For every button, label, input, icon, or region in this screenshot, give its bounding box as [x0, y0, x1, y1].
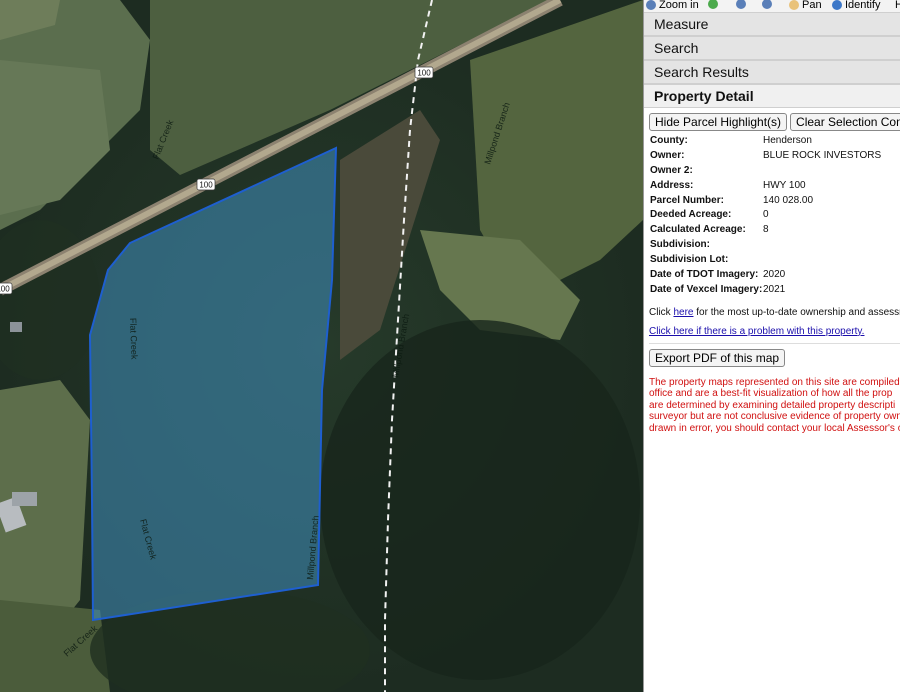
road-shield: 100: [414, 66, 434, 79]
detail-row: Owner 2:: [650, 163, 881, 178]
detail-key: Owner 2:: [650, 164, 693, 176]
detail-key: Date of TDOT Imagery:: [650, 268, 759, 280]
road-label: 100: [0, 285, 10, 294]
building: [10, 322, 22, 332]
disclaimer-line: are determined by examining detailed pro…: [649, 399, 896, 411]
detail-value: HWY 100: [763, 179, 806, 191]
tool-label: H: [895, 0, 900, 11]
zoom-tool[interactable]: [736, 0, 746, 9]
assessment-note-prefix: Click: [649, 306, 674, 318]
here-link[interactable]: here: [673, 307, 693, 318]
identify-tool[interactable]: Identify: [832, 0, 880, 11]
hide-parcel-highlight-button[interactable]: Hide Parcel Highlight(s): [649, 113, 788, 131]
detail-row: Date of TDOT Imagery: 2020: [650, 267, 881, 282]
detail-key: County:: [650, 134, 688, 146]
detail-key: Subdivision:: [650, 239, 710, 251]
property-detail-table: County: Henderson Owner: BLUE ROCK INVESTO…: [650, 133, 881, 297]
disclaimer-text: The property maps represented on this si…: [649, 377, 900, 435]
assessment-note: Click here for the most up-to-date owner…: [649, 307, 900, 318]
globe-icon: [708, 0, 718, 9]
satellite-imagery: 100 100 100 Flat Creek Flat Creek Flat C…: [0, 0, 643, 692]
detail-key: Deeded Acreage:: [650, 209, 732, 221]
section-property-detail[interactable]: Property Detail: [644, 84, 900, 108]
detail-value: [763, 237, 881, 252]
disclaimer-line: The property maps represented on this si…: [649, 376, 900, 388]
detail-value: [763, 163, 881, 178]
detail-key: Subdivision Lot:: [650, 254, 729, 266]
detail-value: 140 028.00: [763, 194, 814, 206]
detail-key: Parcel Number:: [650, 194, 724, 206]
detail-row: County: Henderson: [650, 133, 881, 148]
zoom-in-icon: [736, 0, 746, 9]
full-extent-tool[interactable]: [708, 0, 718, 9]
detail-row: Address: HWY 100: [650, 178, 881, 193]
pan-tool[interactable]: Pan: [789, 0, 822, 11]
disclaimer-line: office and are a best-fit visualization …: [649, 388, 893, 400]
section-search-results[interactable]: Search Results: [644, 60, 900, 84]
export-pdf-button[interactable]: Export PDF of this map: [649, 348, 786, 367]
detail-key: Owner:: [650, 149, 685, 161]
zoom-out-icon: [762, 0, 772, 9]
detail-row: Deeded Acreage: 0: [650, 207, 881, 222]
disclaimer-line: surveyor but are not conclusive evidence…: [649, 411, 900, 423]
detail-row: Owner: BLUE ROCK INVESTORS: [650, 148, 881, 163]
zoom-in-icon: [646, 0, 656, 10]
info-icon: [832, 0, 842, 10]
detail-value: 2020: [763, 268, 786, 280]
side-panel: Zoom in Pan Identify H Measure Search Se…: [643, 0, 900, 692]
zoom-out-tool[interactable]: [762, 0, 772, 9]
button-row: Hide Parcel Highlight(s) Clear Selection …: [644, 108, 900, 131]
tool-label: Pan: [802, 0, 822, 11]
road-label: 100: [417, 69, 431, 78]
tool-label: Zoom in: [659, 0, 699, 11]
forest-patch: [320, 320, 640, 680]
section-search[interactable]: Search: [644, 36, 900, 60]
road-label: 100: [199, 181, 213, 190]
detail-value: 0: [763, 209, 769, 221]
detail-value: [763, 252, 881, 267]
detail-value: Henderson: [763, 134, 812, 146]
hand-icon: [789, 0, 799, 10]
toolbar: Zoom in Pan Identify H: [644, 0, 900, 12]
detail-row: Subdivision Lot:: [650, 252, 881, 267]
tool-label: Identify: [845, 0, 881, 11]
clear-selection-button[interactable]: Clear Selection Complete: [790, 113, 900, 131]
detail-row: Date of Vexcel Imagery: 2021: [650, 282, 881, 297]
zoom-in-tool[interactable]: Zoom in: [646, 0, 699, 11]
building: [12, 492, 37, 506]
more-tool[interactable]: H: [895, 0, 900, 11]
detail-row: Calculated Acreage: 8: [650, 222, 881, 237]
detail-value: 8: [763, 224, 769, 236]
detail-key: Address:: [650, 179, 694, 191]
report-problem-link[interactable]: Click here if there is a problem with th…: [649, 326, 864, 337]
water-label: Flat Creek: [128, 318, 139, 360]
road-shield: 100: [196, 178, 216, 191]
road-shield: 100: [0, 282, 13, 295]
section-measure[interactable]: Measure: [644, 12, 900, 36]
assessment-note-suffix: for the most up-to-date ownership and as…: [693, 306, 900, 318]
detail-row: Subdivision:: [650, 237, 881, 252]
disclaimer-line: drawn in error, you should contact your …: [649, 422, 900, 434]
detail-value: 2021: [763, 283, 786, 295]
detail-row: Parcel Number: 140 028.00: [650, 193, 881, 208]
map-view[interactable]: 100 100 100 Flat Creek Flat Creek Flat C…: [0, 0, 643, 692]
detail-key: Calculated Acreage:: [650, 224, 746, 236]
detail-key: Date of Vexcel Imagery:: [650, 283, 763, 295]
detail-value: BLUE ROCK INVESTORS: [763, 149, 882, 161]
